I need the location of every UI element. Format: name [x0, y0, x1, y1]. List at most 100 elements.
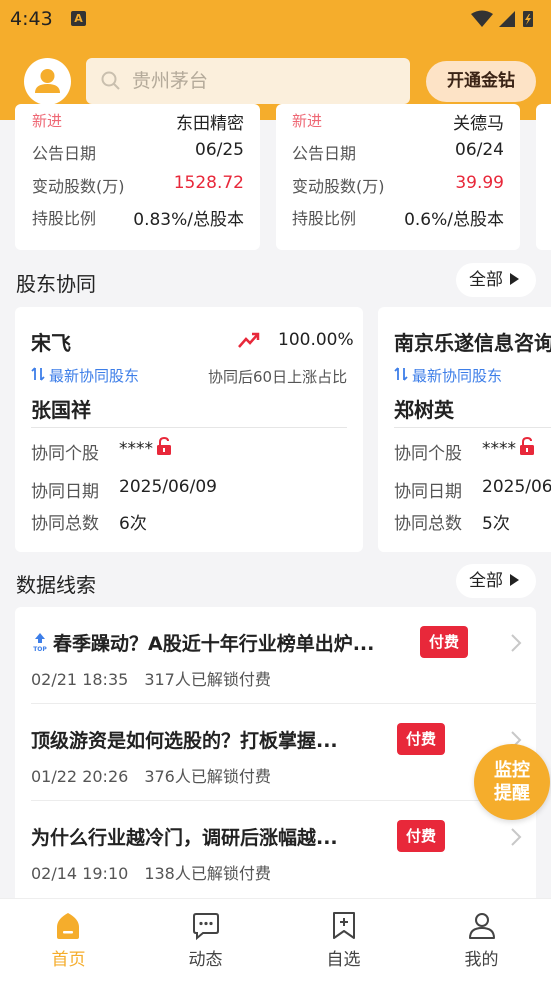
search-input[interactable] [132, 58, 392, 104]
holder-name: 南京乐遂信息咨询 [394, 331, 551, 355]
sync-arrows-icon [31, 367, 45, 381]
search-icon [101, 71, 120, 90]
stock-label: 协同个股 [31, 444, 99, 464]
tab-mine[interactable]: 我的 [413, 899, 550, 981]
date-value: 06/25 [195, 140, 244, 160]
date-label: 协同日期 [394, 482, 462, 502]
paid-badge: 付费 [420, 626, 468, 658]
rise-percent: 100.00% [278, 330, 354, 350]
unlock-icon[interactable] [156, 437, 172, 455]
date-label: 公告日期 [32, 144, 97, 163]
shareholder-change-card-partial[interactable] [536, 104, 551, 250]
shares-value: 1528.72 [173, 173, 244, 193]
monitor-alert-button[interactable]: 监控 提醒 [474, 744, 550, 820]
section-title-clues: 数据线索 [16, 573, 96, 597]
shares-label: 变动股数(万) [292, 177, 385, 196]
holder-card[interactable]: 南京乐遂信息咨询 最新协同股东 郑树英 协同个股 **** 协同日期 2025/… [378, 307, 551, 552]
latest-partner-tag: 最新协同股东 [49, 367, 140, 385]
clue-title: 为什么行业越冷门，调研后涨幅越... [31, 827, 338, 849]
monitor-label-line2: 提醒 [494, 783, 530, 804]
partner-name: 郑树英 [394, 398, 454, 422]
clue-title: 春季躁动？A股近十年行业榜单出炉... [53, 633, 375, 655]
clue-meta: 01/22 20:26 376人已解锁付费 [31, 763, 271, 787]
stock-value-hidden: **** [482, 439, 516, 459]
count-label: 协同总数 [394, 514, 462, 534]
card-tag: 新进 [292, 112, 323, 130]
partner-name: 张国祥 [31, 398, 91, 422]
date-value: 2025/06/09 [119, 477, 217, 497]
clue-unlocks: 376人已解锁付费 [144, 767, 271, 786]
svg-text:TOP: TOP [33, 646, 47, 652]
signal-battery-icons [471, 10, 533, 27]
stock-value-hidden: **** [119, 439, 153, 459]
holders-all-button[interactable]: 全部 [456, 263, 536, 297]
bottom-tab-bar: 首页 动态 自选 我的 [0, 898, 551, 981]
app-notification-icon: A [71, 11, 86, 26]
sync-arrows-icon [394, 367, 408, 381]
ratio-label: 持股比例 [32, 209, 97, 228]
open-vip-button[interactable]: 开通金钻 [426, 61, 536, 102]
tab-label: 动态 [188, 950, 223, 970]
avatar[interactable] [24, 58, 71, 105]
clue-time: 02/14 19:10 [31, 864, 129, 883]
ratio-value: 0.6%/总股本 [404, 210, 504, 230]
chevron-right-icon [511, 634, 522, 652]
stock-label: 协同个股 [394, 444, 462, 464]
divider [31, 427, 347, 428]
holder-name: 宋飞 [31, 331, 71, 355]
clue-item[interactable]: 顶级游资是如何选股的？打板掌握... 01/22 20:26 376人已解锁付费 … [15, 704, 536, 801]
shareholder-change-card[interactable]: 新进 关德马 公告日期 06/24 变动股数(万) 39.99 持股比例 0.6… [276, 104, 520, 250]
shareholder-change-card[interactable]: 新进 东田精密 公告日期 06/25 变动股数(万) 1528.72 持股比例 … [15, 104, 260, 250]
tab-home[interactable]: 首页 [0, 899, 137, 981]
shares-value: 39.99 [455, 173, 504, 193]
card-company: 东田精密 [176, 114, 244, 134]
clue-item[interactable]: TOP 春季躁动？A股近十年行业榜单出炉... 02/21 18:35 317人已… [15, 607, 536, 704]
tab-label: 我的 [464, 950, 499, 970]
clue-unlocks: 138人已解锁付费 [144, 864, 271, 883]
all-label: 全部 [469, 571, 503, 591]
status-time: 4:43 [10, 8, 53, 30]
ratio-label: 持股比例 [292, 209, 357, 228]
message-icon [193, 913, 219, 941]
shares-label: 变动股数(万) [32, 177, 125, 196]
ratio-value: 0.83%/总股本 [133, 210, 244, 230]
chevron-right-icon [511, 828, 522, 846]
top-pin-icon: TOP [33, 633, 47, 652]
tab-label: 首页 [51, 950, 86, 970]
search-bar[interactable] [86, 58, 410, 104]
unlock-icon[interactable] [519, 437, 535, 455]
divider [394, 427, 551, 428]
card-tag: 新进 [32, 112, 63, 130]
bookmark-add-icon [333, 912, 355, 939]
user-avatar-icon [35, 69, 60, 93]
count-value: 6次 [119, 514, 147, 534]
tab-dynamics[interactable]: 动态 [137, 899, 274, 981]
clue-meta: 02/21 18:35 317人已解锁付费 [31, 666, 271, 690]
tab-watchlist[interactable]: 自选 [275, 899, 412, 981]
date-value: 2025/06 [482, 477, 551, 497]
holder-card[interactable]: 宋飞 100.00% 最新协同股东 协同后60日上涨占比 张国祥 协同个股 **… [15, 307, 363, 552]
clue-unlocks: 317人已解锁付费 [144, 670, 271, 689]
clue-item[interactable]: 为什么行业越冷门，调研后涨幅越... 02/14 19:10 138人已解锁付费 … [15, 801, 536, 898]
user-icon [469, 913, 495, 939]
paid-badge: 付费 [397, 820, 445, 852]
paid-badge: 付费 [397, 723, 445, 755]
play-arrow-icon [510, 273, 519, 285]
all-label: 全部 [469, 270, 503, 290]
count-value: 5次 [482, 514, 510, 534]
monitor-label-line1: 监控 [494, 760, 530, 781]
clues-all-button[interactable]: 全部 [456, 564, 536, 598]
latest-partner-tag: 最新协同股东 [412, 367, 503, 385]
tab-label: 自选 [326, 950, 361, 970]
clue-time: 02/21 18:35 [31, 670, 129, 689]
date-value: 06/24 [455, 140, 504, 160]
clue-time: 01/22 20:26 [31, 767, 129, 786]
status-bar: 4:43 A [0, 0, 551, 38]
play-arrow-icon [510, 574, 519, 586]
clue-meta: 02/14 19:10 138人已解锁付费 [31, 860, 271, 884]
card-company: 关德马 [453, 114, 504, 134]
count-label: 协同总数 [31, 514, 99, 534]
after-60-day-label: 协同后60日上涨占比 [208, 368, 348, 386]
date-label: 公告日期 [292, 144, 357, 163]
date-label: 协同日期 [31, 482, 99, 502]
